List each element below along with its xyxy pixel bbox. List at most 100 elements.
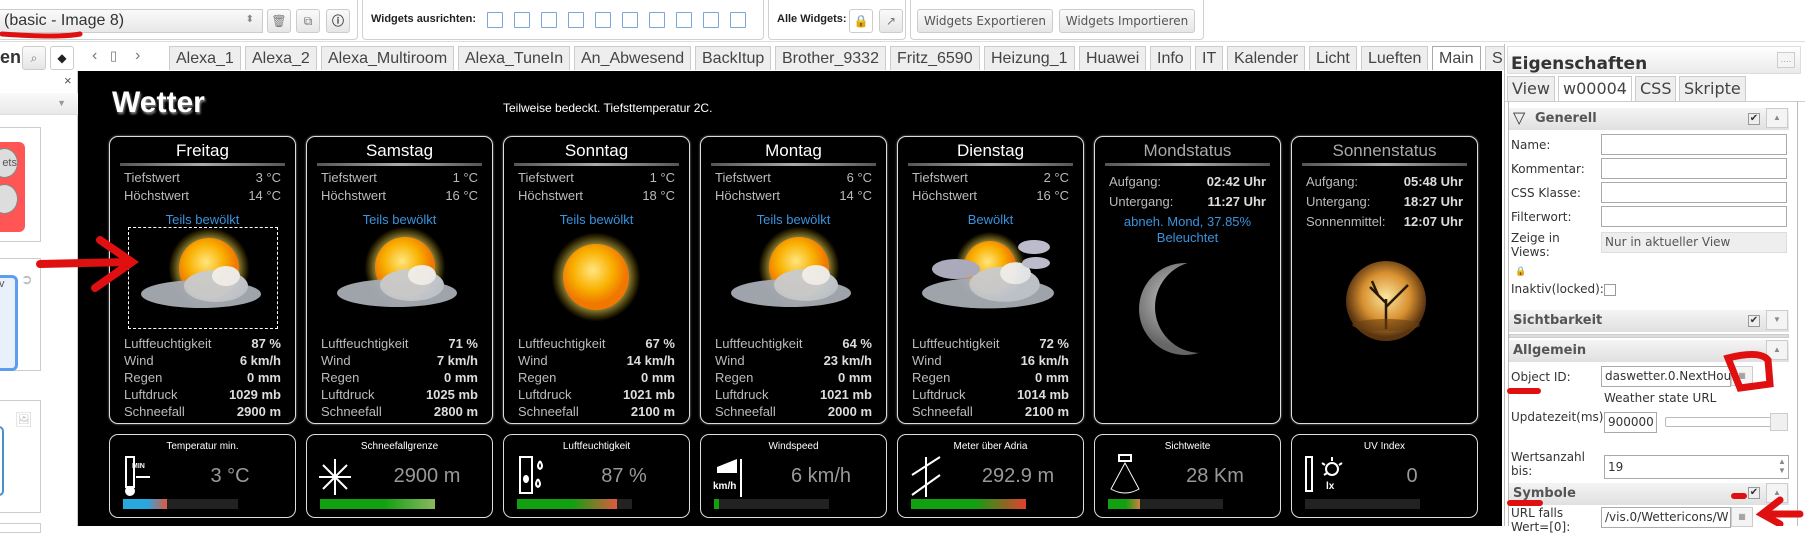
tag-button[interactable]: ◆ [50, 46, 74, 70]
weather-icon-widget[interactable] [719, 226, 869, 329]
sensor-tile[interactable]: Windspeed km/h 6 km/h [700, 434, 887, 518]
url0-input[interactable]: /vis.0/Wettericons/W [1601, 507, 1731, 528]
tabs-next-button[interactable]: › [135, 47, 140, 65]
sensor-tile[interactable]: Meter über Adria 292.9 m [897, 434, 1084, 518]
view-tab[interactable]: IT [1195, 46, 1224, 70]
view-tab[interactable]: Heizung_1 [984, 46, 1075, 70]
close-palette-button[interactable]: × [64, 73, 72, 88]
align-icon-3[interactable] [541, 12, 557, 28]
view-tab[interactable]: Huawei [1079, 46, 1147, 70]
properties-tab[interactable]: Skripte [1679, 76, 1746, 101]
view-tab[interactable]: Alexa_TuneIn [458, 46, 571, 70]
select-object-id-button[interactable]: ▦ [1731, 366, 1753, 386]
align-icon-7[interactable] [649, 12, 665, 28]
align-icon-5[interactable] [595, 12, 611, 28]
view-tab[interactable]: BackItup [695, 46, 772, 70]
align-icon-8[interactable] [676, 12, 692, 28]
view-tab[interactable]: An_Abwesend [574, 46, 692, 70]
view-tab[interactable]: Licht [1309, 46, 1357, 70]
object-id-input[interactable]: daswetter.0.NextHours [1601, 366, 1731, 387]
export-widgets-button[interactable]: Widgets Exportieren [917, 9, 1053, 33]
search-button[interactable]: ⌕ [22, 46, 46, 70]
collapse-general-button[interactable]: ▲ [1766, 108, 1788, 128]
visibility-checkbox[interactable]: ✔ [1748, 315, 1760, 327]
count-stepper[interactable]: 19 [1604, 455, 1789, 479]
views-select[interactable]: Nur in aktueller View [1601, 232, 1787, 253]
expand-visibility-button[interactable]: ▼ [1766, 310, 1788, 330]
stepper-arrows-icon[interactable]: ▲ ▼ [1778, 457, 1786, 475]
view-select[interactable]: (basic - Image 8) ⬍ [0, 9, 263, 33]
view-tab[interactable]: Info [1150, 46, 1191, 70]
comment-input[interactable] [1601, 158, 1787, 179]
panel-menu-button[interactable]: ···· [1777, 52, 1795, 68]
view-tab[interactable]: Alexa_2 [245, 46, 317, 70]
update-time-input[interactable]: 900000 [1604, 412, 1657, 433]
align-icon-2[interactable] [514, 12, 530, 28]
section-visibility[interactable]: Sichtbarkeit [1509, 310, 1789, 332]
section-common[interactable]: Allgemein [1509, 340, 1789, 362]
select-url0-button[interactable]: ▦ [1731, 507, 1753, 527]
sensor-tile[interactable]: Luftfeuchtigkeit 87 % [503, 434, 690, 518]
chevron-down-icon: ▼ [1773, 315, 1781, 324]
weather-icon-widget[interactable] [522, 227, 672, 329]
view-tab[interactable]: Kalender [1227, 46, 1306, 70]
properties-tab[interactable]: w00004 [1558, 76, 1632, 101]
css-class-input[interactable] [1601, 182, 1787, 203]
clipboard-icon[interactable]: ▯ [110, 48, 117, 64]
tile-title: Schneefallgrenze [360, 441, 439, 452]
external-link-button[interactable]: ↗ [879, 9, 903, 33]
align-icon-1[interactable] [487, 12, 503, 28]
widget-preview-buttons[interactable]: ets [0, 127, 41, 242]
info-button[interactable]: ⓘ [326, 9, 350, 33]
locked-checkbox[interactable] [1604, 284, 1616, 296]
sensor-tile[interactable]: UV Index lx 0 [1291, 434, 1478, 518]
sensor-tile[interactable]: Schneefallgrenze 2900 m [306, 434, 493, 518]
align-icon-6[interactable] [622, 12, 638, 28]
weather-icon-widget[interactable] [916, 227, 1066, 329]
view-tab[interactable]: Fritz_6590 [890, 46, 980, 70]
tabs-prev-button[interactable]: ‹ [92, 47, 97, 65]
widget-preview[interactable] [0, 523, 41, 533]
section-general[interactable]: ▽ Generell [1509, 108, 1789, 130]
view-tab[interactable]: Main [1432, 46, 1481, 70]
slider-handle[interactable] [1770, 413, 1788, 431]
section-symbols[interactable]: Symbole [1509, 483, 1789, 505]
view-tab[interactable]: Brother_9332 [775, 46, 886, 70]
lock-all-button[interactable]: 🔒 [849, 9, 873, 33]
general-checkbox[interactable]: ✔ [1748, 113, 1760, 125]
sensor-tile[interactable]: Sichtweite 28 Km [1094, 434, 1281, 518]
properties-tab[interactable]: CSS [1635, 76, 1677, 101]
pressure-label: Luftdruck [124, 387, 178, 402]
symbols-checkbox[interactable]: ✔ [1748, 487, 1760, 499]
widget-preview-nav[interactable]: v ➲ [0, 258, 41, 371]
update-time-slider[interactable] [1665, 413, 1788, 431]
forecast-card[interactable]: Montag Tiefstwert 6 °C Höchstwert 14 °C Te… [700, 136, 887, 424]
align-icon-9[interactable] [703, 12, 719, 28]
weather-icon-widget[interactable] [325, 226, 475, 329]
align-icon-10[interactable] [730, 12, 746, 28]
sun-status-card[interactable]: Sonnenstatus Aufgang: 05:48 Uhr Untergang… [1291, 136, 1478, 424]
view-tab[interactable]: Lueften [1361, 46, 1429, 70]
forecast-card[interactable]: Samstag Tiefstwert 1 °C Höchstwert 16 °C T… [306, 136, 493, 424]
widget-preview-image[interactable]: 🖼 [0, 400, 41, 513]
palette-filter-select[interactable]: ▼ [0, 93, 78, 115]
forecast-card[interactable]: Sonntag Tiefstwert 1 °C Höchstwert 18 °C T… [503, 136, 690, 424]
name-input[interactable] [1601, 134, 1787, 155]
filter-input[interactable] [1601, 206, 1787, 227]
moon-status-card[interactable]: Mondstatus Aufgang: 02:42 Uhr Untergang: 1… [1094, 136, 1281, 424]
delete-view-button[interactable]: 🗑 [267, 9, 291, 33]
sensor-tile[interactable]: Temperatur min. MIN 3 °C [109, 434, 296, 518]
collapse-common-button[interactable]: ▲ [1766, 340, 1788, 360]
align-icon-4[interactable] [568, 12, 584, 28]
weather-icon-widget[interactable] [128, 227, 278, 329]
view-tab[interactable]: Alexa_Multiroom [321, 46, 455, 70]
forecast-card[interactable]: Freitag Tiefstwert 3 °C Höchstwert 14 °C T… [109, 136, 296, 424]
altitude-icon [910, 453, 970, 502]
copy-view-button[interactable]: ⧉ [296, 9, 320, 33]
forecast-card[interactable]: Dienstag Tiefstwert 2 °C Höchstwert 16 °C … [897, 136, 1084, 424]
view-tab[interactable]: Alexa_1 [169, 46, 241, 70]
collapse-symbols-button[interactable]: ▲ [1766, 483, 1788, 503]
properties-tab[interactable]: View [1507, 76, 1555, 101]
import-widgets-button[interactable]: Widgets Importieren [1059, 9, 1195, 33]
wind-label: Wind [321, 353, 351, 368]
